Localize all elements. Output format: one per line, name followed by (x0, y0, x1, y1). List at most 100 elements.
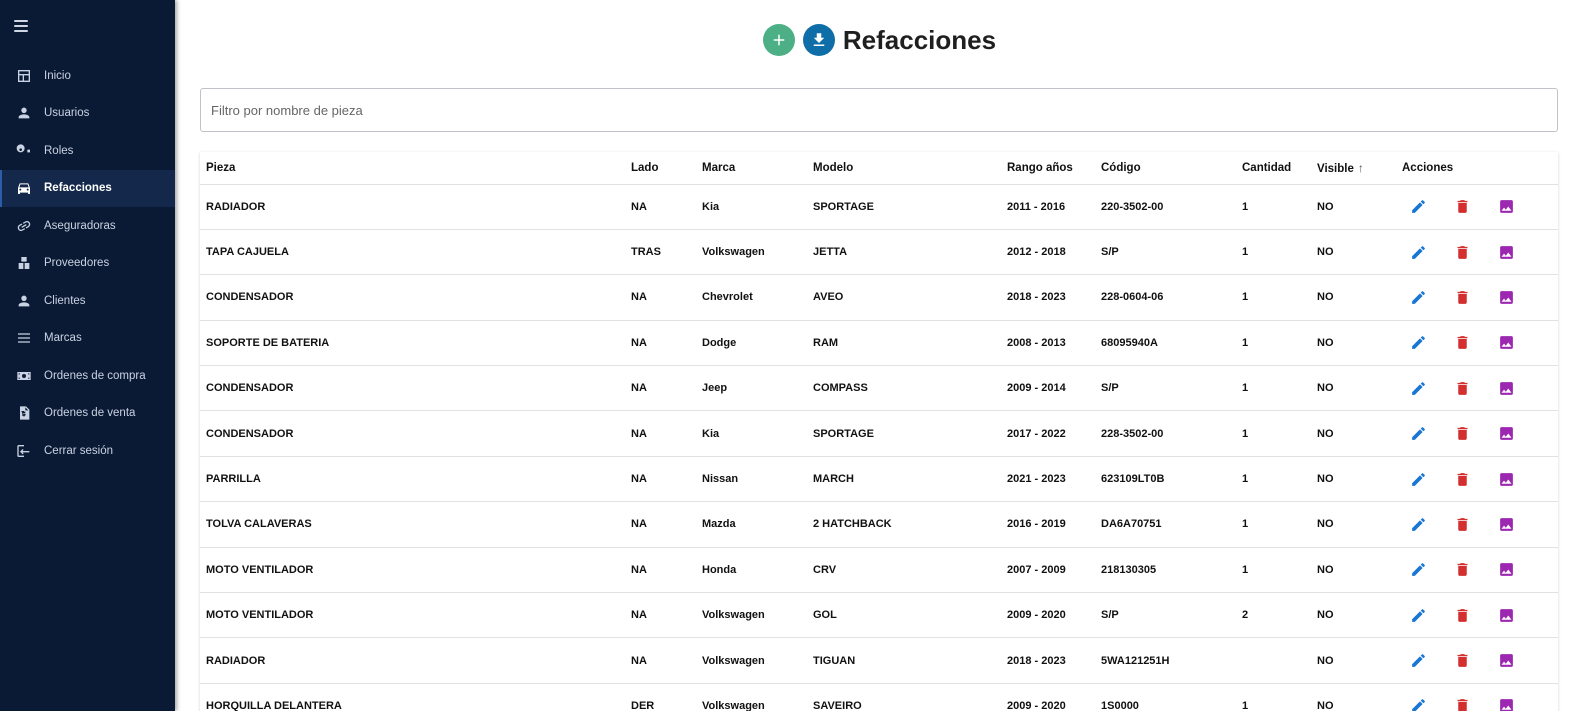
edit-icon[interactable] (1409, 697, 1427, 711)
sidebar-item-aseguradoras[interactable]: Aseguradoras (0, 207, 175, 245)
edit-icon[interactable] (1409, 515, 1427, 533)
image-icon[interactable] (1497, 561, 1515, 579)
column-header-marca[interactable]: Marca (696, 152, 807, 185)
delete-icon[interactable] (1453, 243, 1471, 261)
boxes-icon (16, 255, 32, 271)
sidebar-nav: Inicio Usuarios Roles Refacciones Asegurador… (0, 57, 175, 470)
image-icon[interactable] (1497, 243, 1515, 261)
table-row[interactable]: CONDENSADOR NA Jeep COMPASS 2009 - 2014 S/P 1 N… (200, 365, 1558, 412)
row-actions (1402, 515, 1558, 533)
delete-icon[interactable] (1453, 515, 1471, 533)
edit-icon[interactable] (1409, 334, 1427, 352)
edit-icon[interactable] (1409, 470, 1427, 488)
part-name-filter-input[interactable] (201, 89, 1557, 131)
cell-pieza: RADIADOR (200, 637, 625, 684)
sidebar-item-usuarios[interactable]: Usuarios (0, 95, 175, 133)
delete-icon[interactable] (1453, 470, 1471, 488)
cell-codigo: 220-3502-00 (1095, 184, 1236, 230)
image-icon[interactable] (1497, 198, 1515, 216)
sort-ascending-icon[interactable]: ↑ (1358, 161, 1364, 175)
table-row[interactable]: CONDENSADOR NA Chevrolet AVEO 2018 - 2023 228… (200, 274, 1558, 321)
image-icon[interactable] (1497, 606, 1515, 624)
table-row[interactable]: PARRILLA NA Nissan MARCH 2021 - 2023 623109LT… (200, 456, 1558, 503)
download-button[interactable] (802, 24, 835, 56)
table-row[interactable]: RADIADOR NA Kia SPORTAGE 2011 - 2016 220-3502… (200, 184, 1558, 230)
table-row[interactable]: TOLVA CALAVERAS NA Mazda 2 HATCHBACK 2016 - … (200, 501, 1558, 548)
table-row[interactable]: MOTO VENTILADOR NA Honda CRV 2007 - 2009 2181… (200, 547, 1558, 594)
sidebar-item-refacciones[interactable]: Refacciones (0, 169, 175, 207)
table-row[interactable]: CONDENSADOR NA Kia SPORTAGE 2017 - 2022 228-3… (200, 410, 1558, 457)
delete-icon[interactable] (1453, 697, 1471, 711)
row-actions (1402, 425, 1558, 443)
image-icon[interactable] (1497, 425, 1515, 443)
delete-icon[interactable] (1453, 198, 1471, 216)
cell-marca: Nissan (696, 456, 807, 503)
dashboard-icon (16, 68, 32, 84)
delete-icon[interactable] (1453, 288, 1471, 306)
column-header-visible[interactable]: Visible ↑ (1311, 152, 1396, 185)
edit-icon[interactable] (1409, 606, 1427, 624)
edit-icon[interactable] (1409, 425, 1427, 443)
delete-icon[interactable] (1453, 379, 1471, 397)
delete-icon[interactable] (1453, 561, 1471, 579)
cell-acciones (1396, 184, 1558, 230)
sidebar-item-ordenes-de-compra[interactable]: Ordenes de compra (0, 357, 175, 395)
table-row[interactable]: MOTO VENTILADOR NA Volkswagen GOL 2009 - 202… (200, 592, 1558, 639)
download-icon (813, 33, 825, 46)
hamburger-menu-icon[interactable] (14, 20, 28, 34)
sidebar-item-cerrar-sesion[interactable]: Cerrar sesión (0, 432, 175, 470)
cell-rango-anos: 2008 - 2013 (1001, 320, 1095, 367)
image-icon[interactable] (1497, 515, 1515, 533)
edit-icon[interactable] (1409, 198, 1427, 216)
row-actions (1402, 198, 1558, 216)
cell-modelo: RAM (807, 320, 1001, 367)
sidebar-item-ordenes-de-venta[interactable]: Ordenes de venta (0, 395, 175, 433)
edit-icon[interactable] (1409, 561, 1427, 579)
image-icon[interactable] (1497, 652, 1515, 670)
column-header-codigo[interactable]: Código (1095, 152, 1236, 185)
table-row[interactable]: HORQUILLA DELANTERA DER Volkswagen SAVEIRO 2… (200, 683, 1558, 711)
sidebar-item-proveedores[interactable]: Proveedores (0, 245, 175, 283)
edit-icon[interactable] (1409, 243, 1427, 261)
delete-icon[interactable] (1453, 652, 1471, 670)
delete-icon[interactable] (1453, 606, 1471, 624)
edit-icon[interactable] (1409, 288, 1427, 306)
cell-marca: Kia (696, 184, 807, 230)
column-header-pieza[interactable]: Pieza (200, 152, 625, 185)
column-header-rango-anos[interactable]: Rango años (1001, 152, 1095, 185)
sidebar-item-roles[interactable]: Roles (0, 132, 175, 170)
column-header-modelo[interactable]: Modelo (807, 152, 1001, 185)
row-actions (1402, 243, 1558, 261)
cell-lado: NA (625, 365, 696, 412)
add-part-button[interactable] (762, 24, 795, 56)
main-content: Refacciones Pieza Lado Marca Modelo Rang… (175, 0, 1584, 711)
sidebar-item-clientes[interactable]: Clientes (0, 282, 175, 320)
cell-visible: NO (1311, 501, 1396, 548)
table-row[interactable]: SOPORTE DE BATERIA NA Dodge RAM 2008 - 2013 6… (200, 320, 1558, 367)
cell-lado: NA (625, 410, 696, 457)
cell-marca: Honda (696, 547, 807, 594)
image-icon[interactable] (1497, 470, 1515, 488)
image-icon[interactable] (1497, 288, 1515, 306)
parts-table-container: Pieza Lado Marca Modelo Rango años Códig… (200, 152, 1558, 711)
delete-icon[interactable] (1453, 425, 1471, 443)
cell-pieza: MOTO VENTILADOR (200, 547, 625, 594)
sidebar-item-marcas[interactable]: Marcas (0, 320, 175, 358)
edit-icon[interactable] (1409, 652, 1427, 670)
table-row[interactable]: TAPA CAJUELA TRAS Volkswagen JETTA 2012 - 20… (200, 229, 1558, 276)
sidebar-item-inicio[interactable]: Inicio (0, 57, 175, 95)
image-icon[interactable] (1497, 334, 1515, 352)
cell-cantidad: 1 (1236, 274, 1311, 321)
image-icon[interactable] (1497, 697, 1515, 711)
cell-acciones (1396, 592, 1558, 639)
cell-visible: NO (1311, 592, 1396, 639)
delete-icon[interactable] (1453, 334, 1471, 352)
image-icon[interactable] (1497, 379, 1515, 397)
column-header-cantidad[interactable]: Cantidad (1236, 152, 1311, 185)
edit-icon[interactable] (1409, 379, 1427, 397)
cell-lado: NA (625, 592, 696, 639)
cell-pieza: RADIADOR (200, 184, 625, 230)
cell-lado: NA (625, 184, 696, 230)
table-row[interactable]: RADIADOR NA Volkswagen TIGUAN 2018 - 2023 5WA… (200, 637, 1558, 684)
column-header-lado[interactable]: Lado (625, 152, 696, 185)
